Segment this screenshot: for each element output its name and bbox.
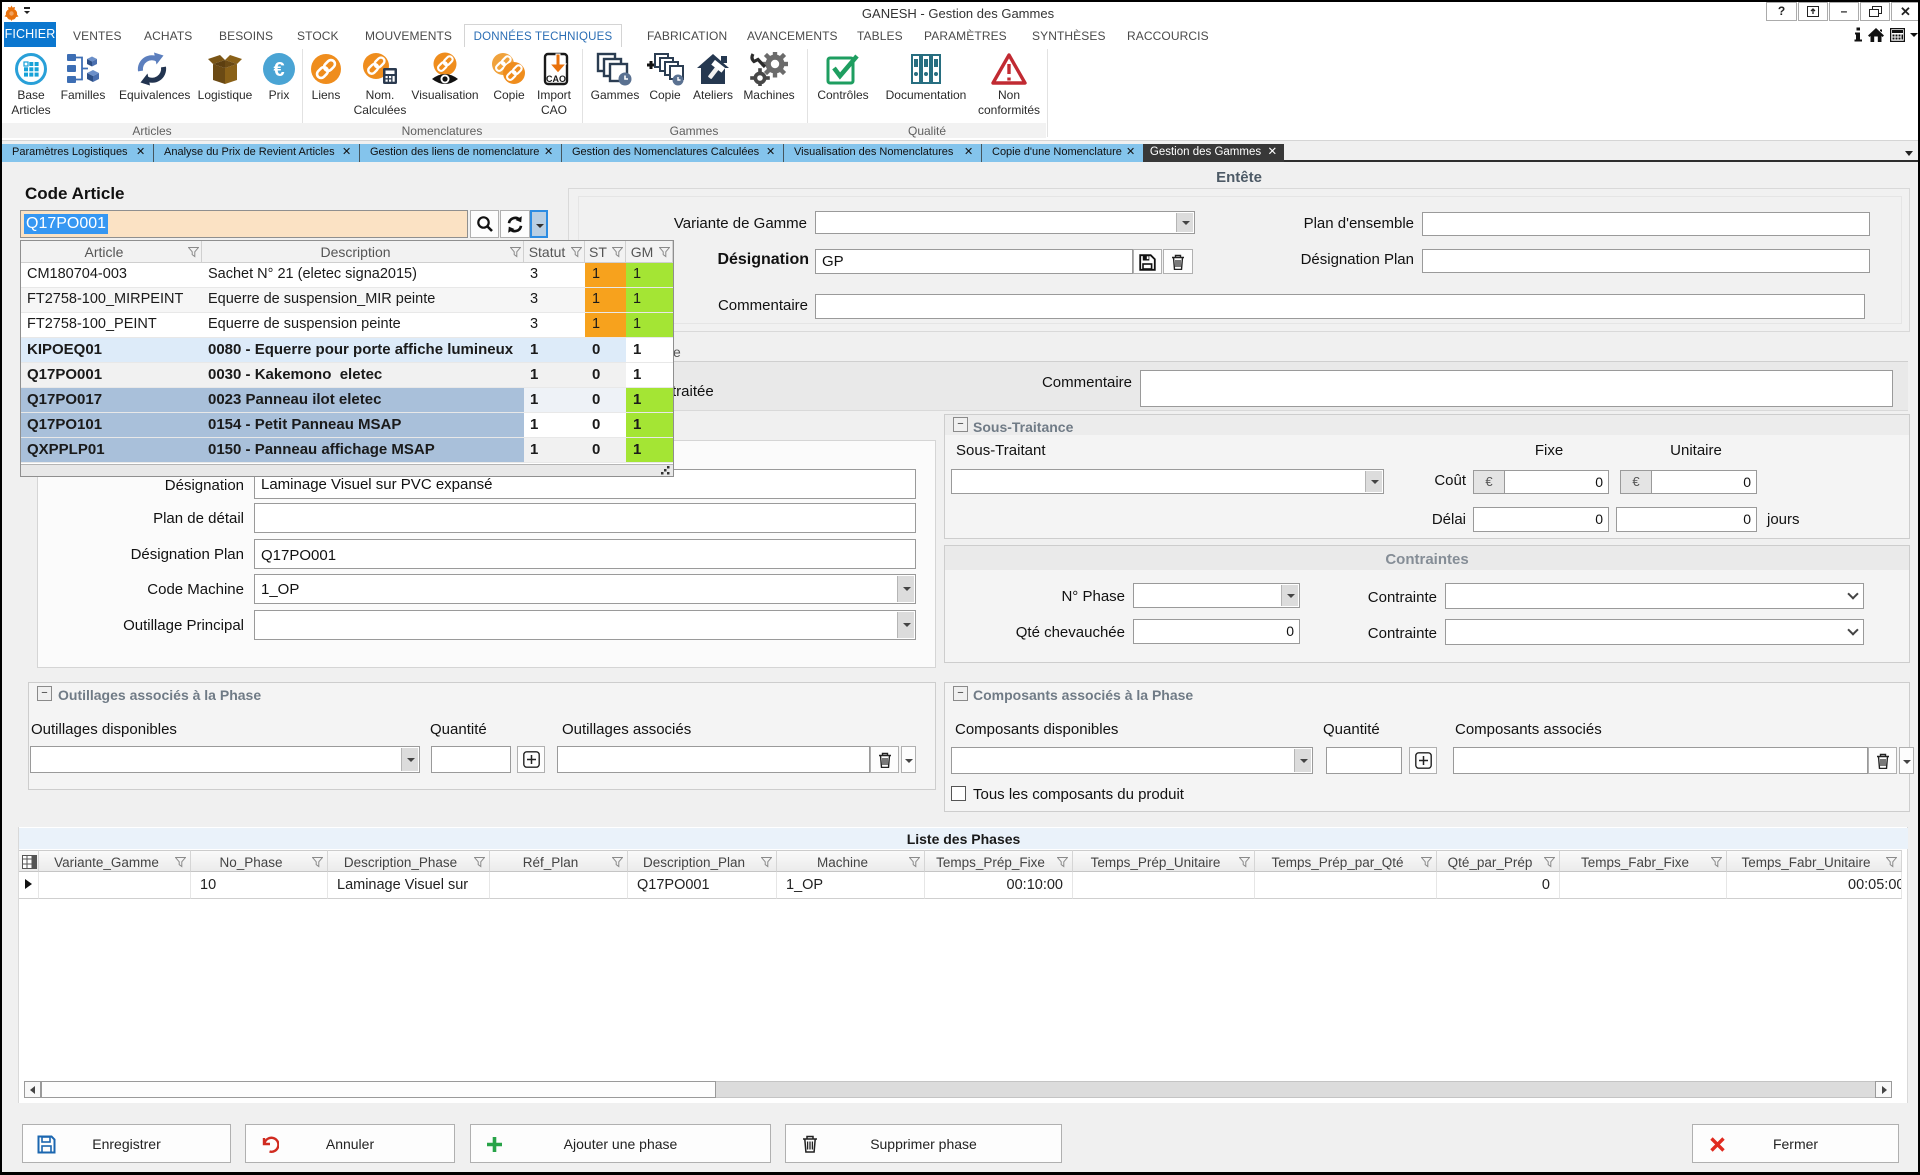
svg-text:€: € [273,59,284,81]
svg-text:CAO: CAO [546,74,566,84]
